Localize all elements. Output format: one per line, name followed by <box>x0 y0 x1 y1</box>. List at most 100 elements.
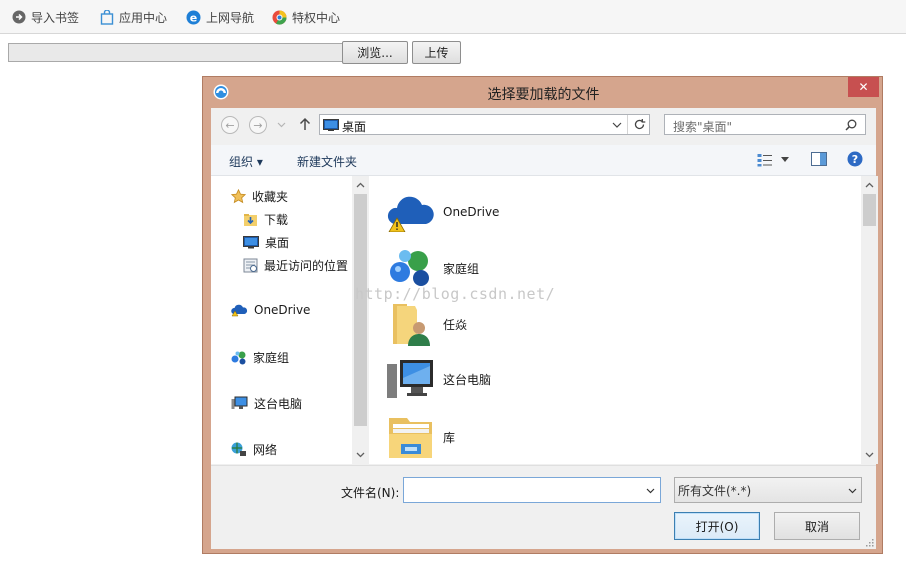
dialog-body: ← → 桌面 搜索"桌面" 组织 ▾ 新建文件夹 ? 收藏夹 下载 桌面 最近访… <box>211 108 878 549</box>
nav-item-desktop[interactable]: 桌面 <box>243 234 289 251</box>
bookmarks-bar: 导入书签 应用中心 e 上网导航 特权中心 <box>0 0 906 34</box>
navigation-scroll-thumb[interactable] <box>354 194 367 426</box>
file-list-scroll-thumb[interactable] <box>863 194 876 226</box>
cancel-button[interactable]: 取消 <box>774 512 860 540</box>
nav-item-onedrive[interactable]: OneDrive <box>231 303 310 317</box>
watermark: http://blog.csdn.net/ <box>355 285 556 303</box>
nav-label: 这台电脑 <box>254 397 303 411</box>
filetype-value: 所有文件(*.*) <box>678 483 752 498</box>
nav-item-homegroup[interactable]: 家庭组 <box>231 349 289 366</box>
library-icon <box>389 418 432 458</box>
desktop-icon <box>243 236 259 249</box>
import-bookmark-icon <box>12 10 26 24</box>
bookmark-import[interactable]: 导入书签 <box>12 8 79 26</box>
arrow-left-icon: ← <box>225 118 235 132</box>
scroll-up-icon[interactable] <box>865 182 874 188</box>
filename-label: 文件名(N): <box>341 486 400 500</box>
svg-text:?: ? <box>852 153 858 166</box>
chevron-down-icon[interactable] <box>646 488 655 494</box>
star-icon <box>231 189 246 204</box>
list-item-library[interactable]: 库 <box>387 414 455 460</box>
file-path-field[interactable] <box>8 43 344 62</box>
list-item-onedrive[interactable]: OneDrive <box>387 192 499 232</box>
bookmark-privilege[interactable]: 特权中心 <box>272 8 340 26</box>
onedrive-icon <box>387 196 434 232</box>
close-button[interactable]: ✕ <box>848 77 879 97</box>
nav-label: 网络 <box>253 443 278 457</box>
view-dropdown-icon[interactable] <box>781 157 789 162</box>
scroll-up-icon[interactable] <box>356 182 365 188</box>
user-folder-icon <box>393 304 430 346</box>
refresh-icon[interactable] <box>633 118 646 131</box>
list-item-user-folder[interactable]: 任焱 <box>387 302 467 346</box>
up-arrow-icon[interactable] <box>299 117 311 131</box>
desktop-icon <box>323 119 339 131</box>
search-placeholder: 搜索"桌面" <box>673 120 733 134</box>
filetype-select[interactable]: 所有文件(*.*) <box>674 477 862 503</box>
nav-label: 桌面 <box>265 236 290 250</box>
ie-logo-icon: e <box>186 10 201 24</box>
bookmark-label: 导入书签 <box>31 10 80 25</box>
list-item-this-pc[interactable]: 这台电脑 <box>387 358 491 400</box>
scroll-down-icon[interactable] <box>865 452 874 458</box>
view-options-icon[interactable] <box>757 153 773 167</box>
address-bar[interactable]: 桌面 <box>319 114 650 135</box>
scroll-down-icon[interactable] <box>356 452 365 458</box>
item-label: 任焱 <box>443 317 468 332</box>
computer-icon <box>231 396 248 409</box>
arrow-right-icon: → <box>253 118 263 132</box>
bookmark-navigation[interactable]: e 上网导航 <box>186 8 254 26</box>
search-box[interactable]: 搜索"桌面" <box>664 114 866 135</box>
nav-label: 下载 <box>264 213 289 227</box>
new-folder-button[interactable]: 新建文件夹 <box>297 153 357 170</box>
search-icon[interactable] <box>845 119 857 131</box>
nav-item-favorites[interactable]: 收藏夹 <box>231 188 288 205</box>
file-open-dialog: 选择要加载的文件 ✕ ← → 桌面 搜索"桌面" 组织 ▾ 新建文件夹 ? 收藏… <box>202 76 883 554</box>
privilege-icon <box>272 10 287 25</box>
nav-label: 收藏夹 <box>252 190 289 204</box>
preview-pane-icon[interactable] <box>811 151 827 167</box>
recent-dropdown-icon[interactable] <box>277 122 286 128</box>
item-label: 库 <box>443 430 456 445</box>
chevron-down-icon[interactable] <box>848 488 857 494</box>
dialog-title-bar[interactable]: 选择要加载的文件 ✕ <box>203 77 884 107</box>
homegroup-icon <box>390 250 429 286</box>
open-button[interactable]: 打开(O) <box>674 512 760 540</box>
file-list-scrollbar[interactable] <box>861 176 878 464</box>
network-icon <box>231 442 246 456</box>
computer-icon <box>387 360 433 398</box>
onedrive-icon <box>231 304 248 317</box>
browse-button[interactable]: 浏览... <box>342 41 408 64</box>
address-toolbar: ← → 桌面 搜索"桌面" <box>211 108 876 144</box>
nav-item-downloads[interactable]: 下载 <box>243 211 288 228</box>
nav-label: 家庭组 <box>253 351 290 365</box>
bookmark-label: 特权中心 <box>292 10 341 25</box>
nav-item-network[interactable]: 网络 <box>231 441 277 458</box>
bookmark-label: 上网导航 <box>206 10 255 25</box>
back-button[interactable]: ← <box>221 116 239 134</box>
forward-button[interactable]: → <box>249 116 267 134</box>
organize-menu[interactable]: 组织 ▾ <box>229 153 263 170</box>
shopping-bag-icon <box>100 9 114 25</box>
dialog-title: 选择要加载的文件 <box>487 87 600 103</box>
filename-input[interactable] <box>403 477 661 503</box>
item-label: OneDrive <box>443 205 500 219</box>
nav-label: OneDrive <box>254 303 311 317</box>
bookmark-label: 应用中心 <box>119 10 168 25</box>
file-list-pane[interactable]: OneDrive 家庭组 任焱 这台电脑 库 <box>369 176 861 464</box>
resize-grip-icon[interactable] <box>865 538 874 547</box>
dialog-footer: 文件名(N): 所有文件(*.*) 打开(O) 取消 <box>211 465 876 549</box>
navigation-pane[interactable]: 收藏夹 下载 桌面 最近访问的位置 OneDrive 家庭组 这台电脑 网络 <box>211 176 368 464</box>
recent-places-icon <box>243 258 258 273</box>
nav-item-recent[interactable]: 最近访问的位置 <box>243 257 348 274</box>
upload-button[interactable]: 上传 <box>412 41 461 64</box>
nav-item-this-pc[interactable]: 这台电脑 <box>231 395 302 412</box>
address-location: 桌面 <box>342 120 367 134</box>
bookmark-app-center[interactable]: 应用中心 <box>100 8 167 26</box>
address-divider <box>627 115 628 134</box>
list-item-homegroup[interactable]: 家庭组 <box>387 248 479 288</box>
help-icon[interactable]: ? <box>847 151 863 167</box>
item-label: 家庭组 <box>443 261 480 276</box>
navigation-scrollbar[interactable] <box>352 176 369 464</box>
chevron-down-icon[interactable] <box>612 122 622 128</box>
